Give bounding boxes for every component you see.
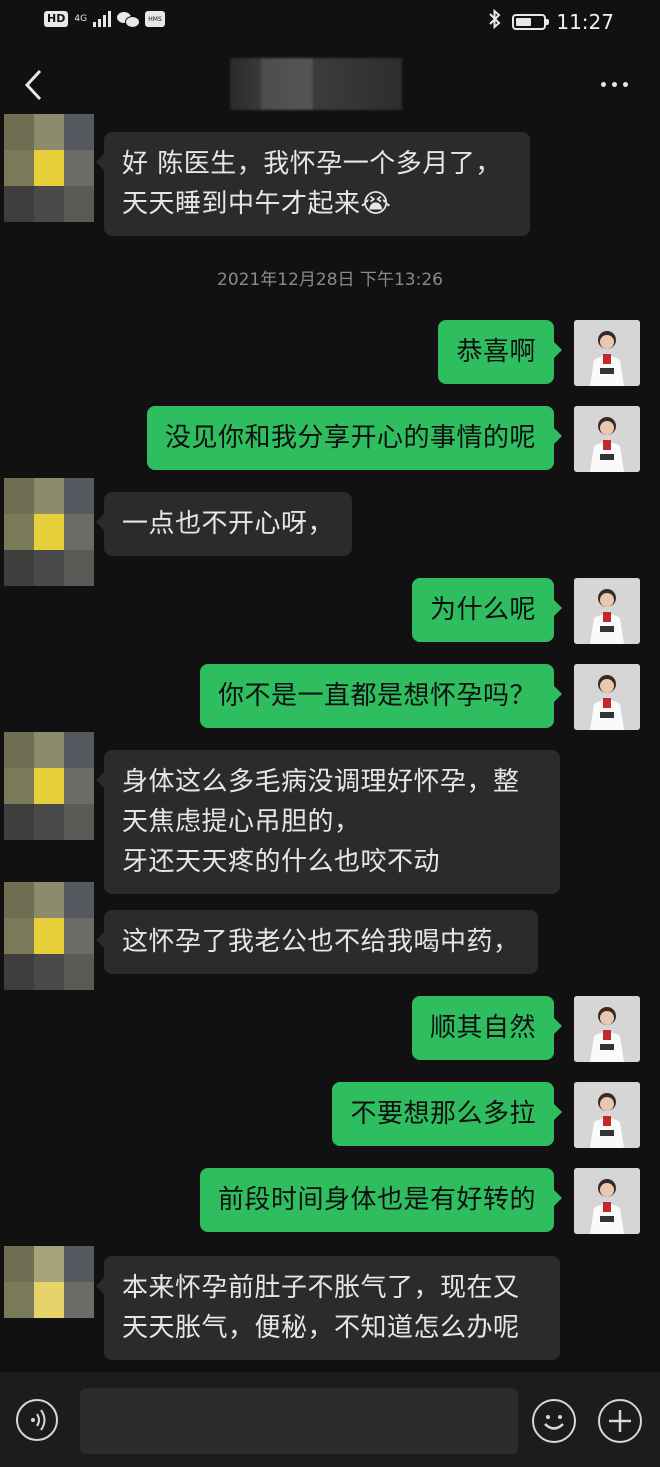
doctor-avatar[interactable] [574,1168,640,1234]
emoji-button[interactable] [532,1399,576,1443]
status-bar: HD 4G HMS 11:27 [0,0,660,46]
battery-icon [512,13,550,30]
patient-avatar[interactable] [4,1246,94,1320]
outgoing-message[interactable]: 没见你和我分享开心的事情的呢 [146,406,563,470]
wechat-icon [117,10,141,28]
doctor-avatar[interactable] [574,1082,640,1148]
outgoing-message[interactable]: 顺其自然 [411,996,563,1060]
outgoing-message[interactable]: 为什么呢 [411,578,563,642]
doctor-avatar[interactable] [574,996,640,1062]
patient-avatar[interactable] [4,732,94,840]
chat-header [0,46,660,122]
doctor-avatar[interactable] [574,664,640,730]
more-functions-button[interactable] [598,1399,642,1443]
outgoing-message[interactable]: 你不是一直都是想怀孕吗？ [199,664,563,728]
incoming-message[interactable]: 这怀孕了我老公也不给我喝中药， [96,910,538,974]
contact-name-redacted [230,58,402,110]
message-input[interactable] [80,1388,518,1454]
message-timestamp: 2021年12月28日 下午13:26 [217,270,443,290]
patient-avatar[interactable] [4,882,94,990]
doctor-avatar[interactable] [574,578,640,644]
clock: 11:27 [556,9,614,34]
back-icon[interactable] [22,68,44,102]
incoming-message[interactable]: 本来怀孕前肚子不胀气了，现在又 天天胀气，便秘，不知道怎么办呢 [96,1256,560,1360]
network-type: 4G [74,13,88,24]
outgoing-message[interactable]: 恭喜啊 [438,320,562,384]
outgoing-message[interactable]: 前段时间身体也是有好转的 [199,1168,563,1232]
doctor-avatar[interactable] [574,320,640,386]
incoming-message[interactable]: 一点也不开心呀， [95,492,353,556]
hms-icon: HMS [145,11,166,27]
patient-avatar[interactable] [4,114,94,222]
battery-fill [516,17,531,26]
bluetooth-icon [488,8,502,34]
outgoing-message[interactable]: 不要想那么多拉 [332,1082,562,1146]
input-bar [0,1372,660,1467]
more-options-icon[interactable] [601,82,628,87]
hd-badge: HD [44,11,69,27]
doctor-avatar[interactable] [574,406,640,472]
incoming-message[interactable]: 身体这么多毛病没调理好怀孕，整 天焦虑提心吊胆的， 牙还天天疼的什么也咬不动 [96,750,560,894]
signal-icon [93,11,112,27]
patient-avatar[interactable] [4,478,94,586]
incoming-message[interactable]: 好 陈医生，我怀孕一个多月了， 天天睡到中午才起来😭 [96,132,530,236]
voice-input-button[interactable] [16,1399,58,1441]
